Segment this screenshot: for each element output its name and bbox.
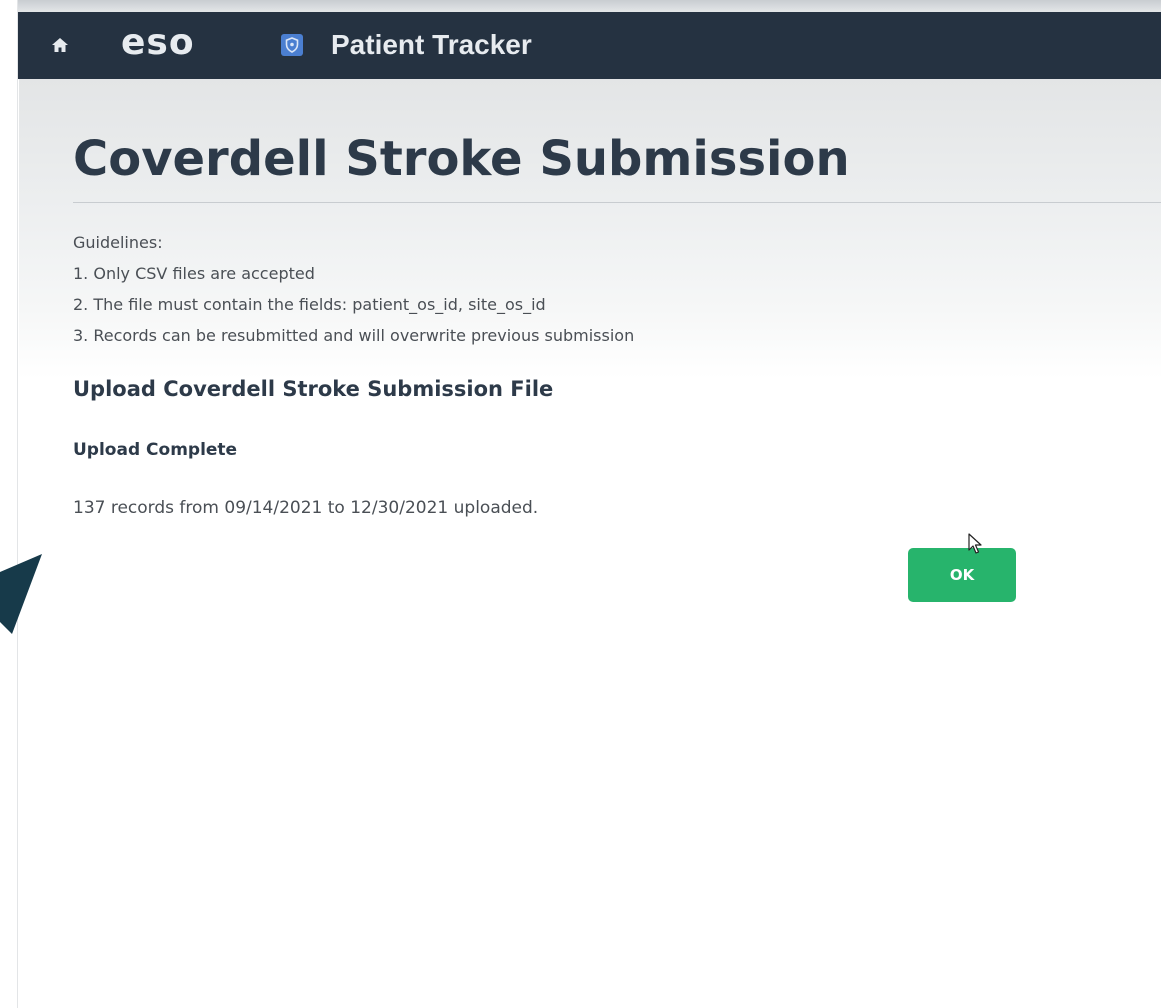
window-top-strip (0, 0, 1161, 12)
upload-result-message: 137 records from 09/14/2021 to 12/30/202… (73, 498, 539, 518)
window-left-edge (0, 0, 18, 1008)
page-title: Coverdell Stroke Submission (73, 131, 850, 187)
app-title[interactable]: Patient Tracker (331, 29, 532, 61)
eso-logo[interactable]: eso (121, 22, 195, 64)
ok-button[interactable]: OK (908, 548, 1016, 602)
guideline-item: 1. Only CSV files are accepted (73, 264, 315, 283)
upload-status: Upload Complete (73, 440, 238, 460)
overlay-pennant-shape (0, 554, 42, 634)
main-content: Coverdell Stroke Submission Guidelines: … (19, 79, 1161, 1008)
guidelines-heading: Guidelines: (73, 233, 163, 252)
shield-badge-icon (281, 34, 303, 56)
screen: eso Patient Tracker Coverdell Stroke Sub… (0, 0, 1161, 1008)
guideline-item: 3. Records can be resubmitted and will o… (73, 326, 635, 345)
upload-section-heading: Upload Coverdell Stroke Submission File (73, 377, 554, 401)
guideline-item: 2. The file must contain the fields: pat… (73, 295, 546, 314)
top-navbar: eso Patient Tracker (18, 12, 1161, 79)
guidelines-block: Guidelines: 1. Only CSV files are accept… (73, 227, 634, 351)
home-icon[interactable] (51, 36, 69, 54)
mouse-cursor-icon (968, 533, 982, 554)
title-divider (73, 202, 1161, 203)
